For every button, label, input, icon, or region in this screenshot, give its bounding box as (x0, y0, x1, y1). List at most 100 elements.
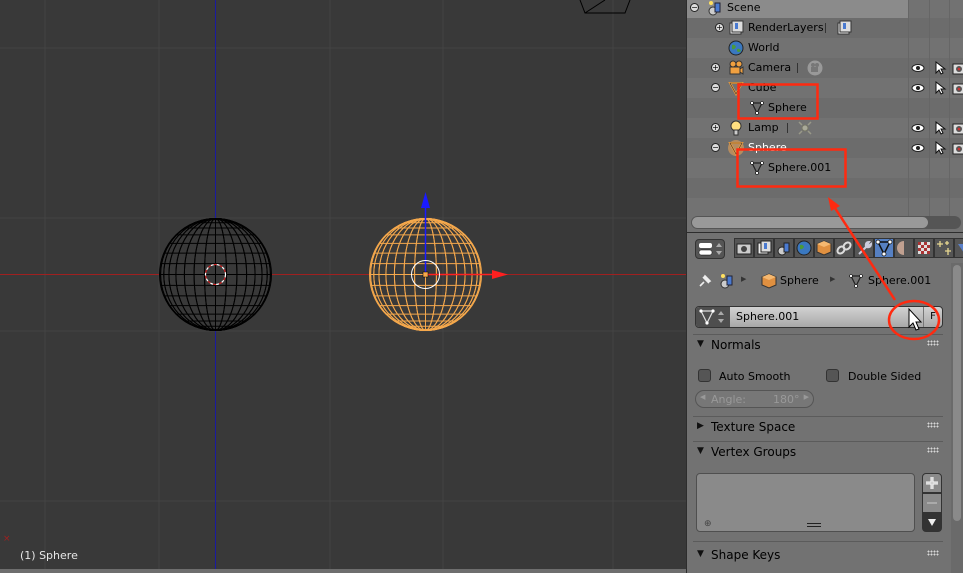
remove-vertex-group-button[interactable] (922, 493, 942, 513)
tab-texture[interactable] (914, 238, 934, 258)
tab-modifiers[interactable] (854, 238, 874, 258)
outliner-label: Sphere.001 (768, 161, 832, 174)
panel-drag-grip[interactable] (927, 422, 939, 428)
decrement-arrow-icon[interactable]: ◀ (700, 393, 705, 401)
outliner-row-camera[interactable]: + Camera (687, 58, 963, 78)
3d-viewport[interactable]: × (1) Sphere (0, 0, 686, 573)
grid (0, 0, 686, 573)
tab-world[interactable] (794, 238, 814, 258)
column-divider (929, 0, 930, 220)
expand-icon[interactable]: + (715, 23, 724, 32)
selectability-cursor-icon[interactable] (933, 141, 947, 155)
lamp-data-icon[interactable] (797, 120, 813, 136)
tab-render-layers[interactable] (754, 238, 774, 258)
render-layer-icon[interactable] (836, 20, 852, 36)
manipulator-z-arrow (421, 192, 430, 208)
mesh-datablock-selector[interactable]: Sphere.001 F (695, 306, 943, 328)
tab-object[interactable] (814, 238, 834, 258)
world-icon (728, 40, 744, 56)
visibility-eye-icon[interactable] (911, 81, 925, 95)
outliner-row-sphere-mesh-sphere001[interactable]: Sphere.001 (687, 158, 963, 178)
renderability-camera-icon[interactable] (952, 81, 963, 95)
vertex-group-specials-menu[interactable] (922, 512, 942, 532)
viewport-object-label: (1) Sphere (20, 549, 78, 562)
selectability-cursor-icon[interactable] (933, 61, 947, 75)
scrollbar-thumb[interactable] (692, 217, 928, 228)
collapse-icon[interactable]: − (711, 143, 720, 152)
camera-data-icon[interactable] (807, 60, 823, 76)
selectability-cursor-icon[interactable] (933, 81, 947, 95)
mesh-data-icon (849, 274, 863, 288)
outliner-row-sphere[interactable]: − Sphere (687, 138, 963, 158)
outliner-row-world[interactable]: World (687, 38, 963, 58)
auto-smooth-label: Auto Smooth (719, 370, 791, 383)
browse-mesh-button[interactable] (696, 307, 730, 327)
wrench-icon (858, 240, 873, 255)
outliner-row-cube-mesh-sphere[interactable]: Sphere (687, 98, 963, 118)
panel-title: Shape Keys (711, 548, 781, 562)
expand-icon[interactable]: + (711, 123, 720, 132)
properties-editor[interactable]: ▶ Sphere ▶ Sphere.001 Sphere.001 F ▼ Nor… (686, 232, 963, 573)
column-divider (908, 0, 909, 220)
lamp-object-icon (730, 120, 742, 136)
collapse-icon[interactable]: − (711, 83, 720, 92)
list-filter-icon[interactable]: ⊕ (704, 519, 712, 529)
visibility-eye-icon[interactable] (911, 61, 925, 75)
outliner-row-cube[interactable]: − Cube (687, 78, 963, 98)
tab-object-data[interactable] (874, 238, 894, 258)
panel-header-normals[interactable]: ▼ Normals (693, 334, 943, 354)
world-icon (796, 240, 812, 256)
angle-label: Angle: (711, 393, 747, 406)
mesh-data-icon (699, 309, 724, 325)
panel-drag-grip[interactable] (927, 550, 939, 556)
renderability-camera-icon[interactable] (952, 121, 963, 135)
datablock-name-field[interactable]: Sphere.001 (736, 310, 799, 323)
renderability-camera-icon[interactable] (952, 141, 963, 155)
fake-user-button[interactable]: F (923, 307, 942, 327)
tab-material[interactable] (894, 238, 914, 258)
panel-header-texture-space[interactable]: ▶ Texture Space (693, 416, 943, 436)
outliner-panel[interactable]: − Scene + RenderLayers World + Camera − … (686, 0, 963, 232)
outliner-label: Scene (727, 1, 761, 14)
outliner-horizontal-scrollbar[interactable] (691, 216, 961, 229)
mesh-data-icon (750, 101, 764, 115)
material-sphere-icon (897, 241, 911, 255)
panel-header-shape-keys[interactable]: ▼ Shape Keys (693, 545, 943, 565)
pin-icon[interactable] (697, 273, 713, 289)
expand-icon[interactable]: + (711, 63, 720, 72)
tab-physics[interactable] (954, 238, 963, 258)
panel-header-vertex-groups[interactable]: ▼ Vertex Groups (693, 441, 943, 461)
tab-particles[interactable] (934, 238, 954, 258)
outliner-empty-row (687, 178, 963, 198)
tab-render[interactable] (734, 238, 754, 258)
object-cube-icon (761, 273, 777, 289)
tab-constraints[interactable] (834, 238, 854, 258)
selectability-cursor-icon[interactable] (933, 121, 947, 135)
panel-drag-grip[interactable] (927, 447, 939, 453)
visibility-eye-icon[interactable] (911, 121, 925, 135)
vertex-groups-list[interactable]: ⊕ (696, 473, 915, 532)
add-vertex-group-button[interactable] (922, 473, 942, 493)
angle-slider[interactable]: ◀ Angle: 180° ▶ (695, 390, 814, 408)
collapse-icon[interactable]: − (690, 3, 699, 12)
renderability-camera-icon[interactable] (952, 61, 963, 75)
dropdown-arrow-icon (928, 519, 936, 526)
list-resize-grip[interactable] (807, 523, 821, 527)
object-cube-icon (816, 240, 832, 256)
properties-vertical-scrollbar[interactable] (953, 265, 961, 521)
outliner-row-renderlayers[interactable]: + RenderLayers (687, 18, 963, 38)
auto-smooth-checkbox[interactable] (698, 369, 711, 382)
outliner-row-lamp[interactable]: + Lamp (687, 118, 963, 138)
visibility-eye-icon[interactable] (911, 141, 925, 155)
tab-scene[interactable] (774, 238, 794, 258)
outliner-row-scene[interactable]: − Scene (687, 0, 908, 18)
panel-drag-grip[interactable] (927, 340, 939, 346)
viewport-canvas[interactable]: × (0, 0, 686, 573)
viewport-header-edge (0, 569, 686, 573)
outliner-label: Cube (748, 81, 777, 94)
double-sided-checkbox[interactable] (826, 369, 839, 382)
editor-type-selector[interactable] (695, 239, 725, 259)
axis-indicator-x: × (3, 534, 11, 544)
mesh-object-icon (728, 82, 744, 96)
increment-arrow-icon[interactable]: ▶ (804, 393, 809, 401)
